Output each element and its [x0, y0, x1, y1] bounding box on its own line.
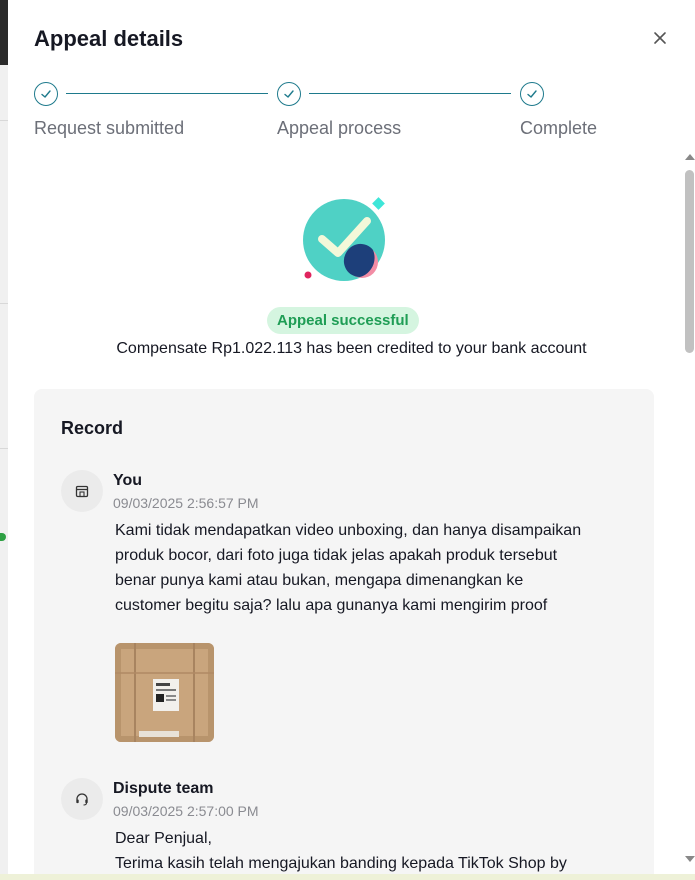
entry-message: Dear Penjual, Terima kasih telah mengaju…: [115, 826, 595, 874]
entry-timestamp: 09/03/2025 2:57:00 PM: [113, 803, 259, 819]
step-label-complete: Complete: [520, 118, 598, 138]
drawer-scrollbar[interactable]: [684, 152, 695, 874]
entry-message: Kami tidak mendapatkan video unboxing, d…: [115, 522, 582, 614]
step-check-icon: [34, 82, 58, 106]
entry-author: Dispute team: [113, 780, 214, 797]
scrollbar-thumb[interactable]: [685, 170, 694, 353]
step-connector: [309, 93, 511, 94]
background-divider: [0, 120, 8, 121]
step-check-icon: [277, 82, 301, 106]
status-badge: Appeal successful: [267, 307, 419, 334]
record-panel: Record You 09/03/2025 2:56:57 PM Kami ti…: [34, 389, 654, 874]
record-title: Record: [61, 418, 124, 438]
appeal-details-drawer: Appeal details Request submitted Appeal …: [8, 0, 695, 874]
entry-message-line: Dear Penjual,: [115, 830, 212, 847]
entry-author: You: [113, 472, 143, 489]
step-label-appeal-process: Appeal process: [277, 118, 402, 138]
package-photo-thumbnail[interactable]: [115, 643, 214, 742]
close-icon[interactable]: [651, 29, 669, 47]
background-divider: [0, 303, 8, 304]
step-connector: [66, 93, 268, 94]
drawer-content[interactable]: Appeal successful Compensate Rp1.022.113…: [8, 152, 695, 874]
appeal-stepper: Request submitted Appeal process Complet…: [34, 82, 614, 152]
background-header: [0, 0, 8, 65]
scroll-down-arrow-icon[interactable]: [685, 856, 695, 862]
step-check-icon: [520, 82, 544, 106]
headset-icon: [61, 778, 103, 820]
store-icon: [61, 470, 103, 512]
background-bottom-edge: [0, 874, 695, 880]
scroll-up-arrow-icon[interactable]: [685, 154, 695, 160]
background-status-dot: [0, 533, 6, 541]
step-label-request-submitted: Request submitted: [34, 118, 185, 138]
record-entry: Dispute team 09/03/2025 2:57:00 PM Dear …: [61, 778, 621, 874]
background-divider: [0, 448, 8, 449]
compensation-message: Compensate Rp1.022.113 has been credited…: [116, 340, 587, 357]
success-check-illustration: [300, 195, 394, 285]
background-app-edge: [0, 0, 8, 880]
record-entry: You 09/03/2025 2:56:57 PM Kami tidak men…: [61, 470, 621, 760]
entry-message-line: Terima kasih telah mengajukan banding ke…: [115, 855, 567, 872]
entry-timestamp: 09/03/2025 2:56:57 PM: [113, 495, 259, 511]
dialog-title: Appeal details: [34, 26, 184, 51]
